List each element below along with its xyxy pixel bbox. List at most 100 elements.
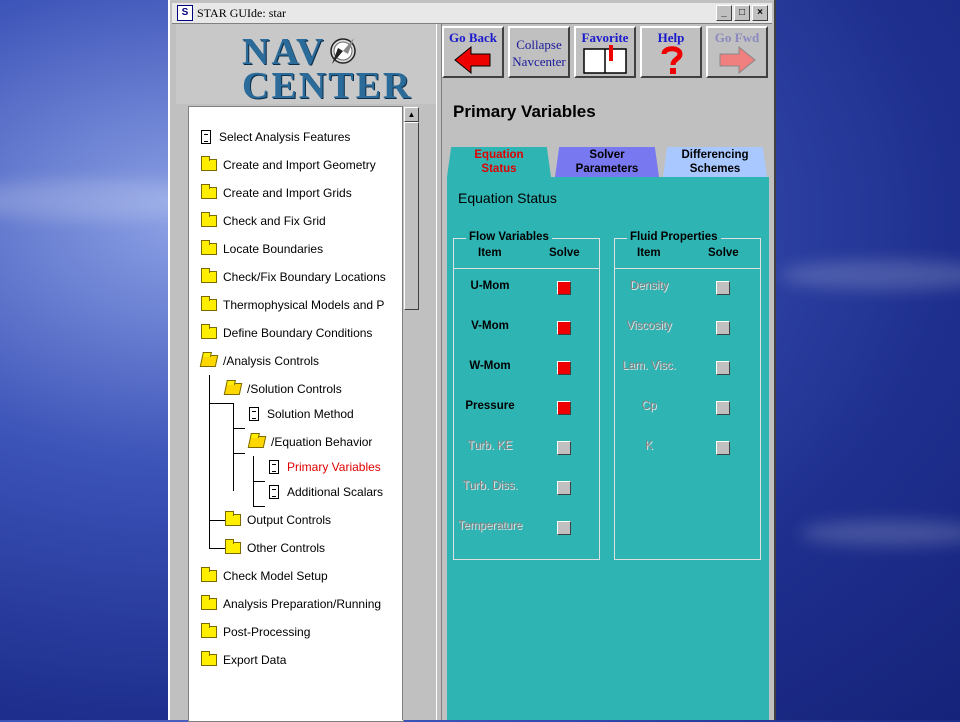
row-label: Temperature (457, 520, 523, 532)
logo-center-text: CENTER (242, 65, 413, 107)
folder-icon (201, 184, 217, 199)
solve-checkbox[interactable] (557, 401, 571, 415)
tree-item[interactable]: Output Controls (225, 511, 332, 527)
title-bar[interactable]: S STAR GUIde: star _ □ × (172, 3, 772, 24)
minimize-button[interactable]: _ (716, 5, 732, 21)
header-divider (615, 268, 760, 269)
row-label: U-Mom (470, 280, 510, 292)
tree-item-label: Export Data (223, 653, 287, 667)
toolbar: Go Back CollapseNavcenter Favorite Help (442, 24, 774, 82)
document-icon (249, 407, 259, 421)
tree-item-label: Create and Import Geometry (223, 158, 376, 172)
folder-icon (201, 651, 217, 666)
tree-item[interactable]: Thermophysical Models and P (201, 296, 384, 312)
folder-icon (201, 595, 217, 610)
go-forward-button[interactable]: Go Fwd (706, 26, 768, 78)
tree-item[interactable]: Locate Boundaries (201, 240, 324, 256)
header-divider (454, 268, 599, 269)
folder-icon (201, 268, 217, 283)
book-icon (583, 45, 627, 74)
tab-solver-parameters[interactable]: Solver Parameters (555, 147, 659, 177)
tree-item[interactable]: Analysis Preparation/Running (201, 595, 382, 611)
open-folder-icon (199, 355, 219, 367)
tree-scrollbar[interactable]: ▲ (402, 106, 419, 720)
solve-checkbox (716, 321, 730, 335)
solve-checkbox (716, 441, 730, 455)
tree-item[interactable]: /Solution Controls (223, 382, 342, 396)
app-icon[interactable]: S (177, 5, 193, 21)
tab-equation-status[interactable]: Equation Status (447, 147, 551, 177)
tree-connector-line (253, 481, 265, 482)
solve-checkbox[interactable] (557, 281, 571, 295)
row-label: Density (629, 280, 669, 292)
go-back-label: Go Back (448, 30, 498, 45)
row-label: Viscosity (626, 320, 672, 332)
tab-differencing-schemes[interactable]: Differencing Schemes (663, 147, 767, 177)
tree-item[interactable]: /Analysis Controls (199, 354, 320, 368)
folder-icon (201, 212, 217, 227)
flow-variables-title: Flow Variables (466, 231, 552, 243)
tree-item-label: Analysis Preparation/Running (223, 597, 382, 611)
tree-item[interactable]: Check and Fix Grid (201, 212, 326, 228)
folder-icon (201, 156, 217, 171)
background-highlight (780, 260, 960, 290)
row-label: Cp (641, 400, 657, 412)
tree-item-label: Additional Scalars (287, 485, 384, 499)
tree-item[interactable]: Define Boundary Conditions (201, 324, 372, 340)
close-button[interactable]: × (752, 5, 768, 21)
background-highlight (800, 520, 960, 546)
tree-item[interactable]: Post-Processing (201, 623, 310, 639)
document-icon (269, 460, 279, 474)
star-guide-window: S STAR GUIde: star _ □ × NAV CENTER Sele… (168, 0, 776, 722)
row-label: Turb. Diss. (462, 480, 518, 492)
tree-item[interactable]: Other Controls (225, 539, 325, 555)
tree-item[interactable]: Export Data (201, 651, 287, 667)
row-label: Lam. Visc. (622, 360, 676, 372)
folder-icon (201, 240, 217, 255)
tree-item-label: Locate Boundaries (223, 242, 324, 256)
row-label: W-Mom (469, 360, 511, 372)
tree-connector-line (233, 485, 234, 486)
collapse-navcenter-button[interactable]: Collapse Navcenter (508, 26, 570, 78)
tree-item-label: Primary Variables (287, 460, 381, 474)
solve-checkbox[interactable] (557, 361, 571, 375)
tree-connector-line (233, 428, 245, 429)
help-button[interactable]: Help (640, 26, 702, 78)
tree-item[interactable]: Select Analysis Features (201, 130, 350, 144)
navcenter-logo: NAV CENTER (176, 24, 438, 107)
tree-item[interactable]: /Equation Behavior (247, 435, 372, 449)
folder-icon (225, 539, 241, 554)
tree-item[interactable]: Create and Import Grids (201, 184, 352, 200)
row-label: Turb. KE (467, 440, 513, 452)
tree-item[interactable]: Check/Fix Boundary Locations (201, 268, 386, 284)
go-back-button[interactable]: Go Back (442, 26, 504, 78)
solve-checkbox (557, 441, 571, 455)
solve-column-header: Solve (549, 247, 580, 259)
go-fwd-label: Go Fwd (714, 30, 760, 45)
row-label: V-Mom (471, 320, 509, 332)
tree-connector-line (209, 403, 233, 404)
tree-item[interactable]: Solution Method (249, 407, 354, 421)
tree-item[interactable]: Create and Import Geometry (201, 156, 376, 172)
tree-item[interactable]: Check Model Setup (201, 567, 328, 583)
tree-item-label: /Analysis Controls (223, 354, 320, 368)
maximize-button[interactable]: □ (734, 5, 750, 21)
navigation-tree: Select Analysis Features Create and Impor… (188, 106, 404, 722)
fluid-properties-group: Fluid Properties Item Solve Density Visco… (614, 231, 761, 560)
folder-icon (225, 511, 241, 526)
collapse-label: Collapse Navcenter (512, 37, 566, 69)
tree-item[interactable]: Primary Variables (269, 460, 381, 474)
scroll-up-arrow-icon[interactable]: ▲ (404, 107, 419, 122)
tree-item-label: Select Analysis Features (219, 130, 351, 144)
item-column-header: Item (478, 247, 502, 259)
solve-checkbox[interactable] (557, 321, 571, 335)
question-mark-icon (661, 46, 683, 74)
folder-icon (201, 623, 217, 638)
favorite-button[interactable]: Favorite (574, 26, 636, 78)
document-icon (269, 485, 279, 499)
scroll-thumb[interactable] (404, 122, 419, 310)
window-title: STAR GUIde: star (197, 5, 287, 20)
tree-item-label: Create and Import Grids (223, 186, 352, 200)
tree-item-label: Output Controls (247, 513, 332, 527)
tree-item[interactable]: Additional Scalars (269, 485, 383, 499)
